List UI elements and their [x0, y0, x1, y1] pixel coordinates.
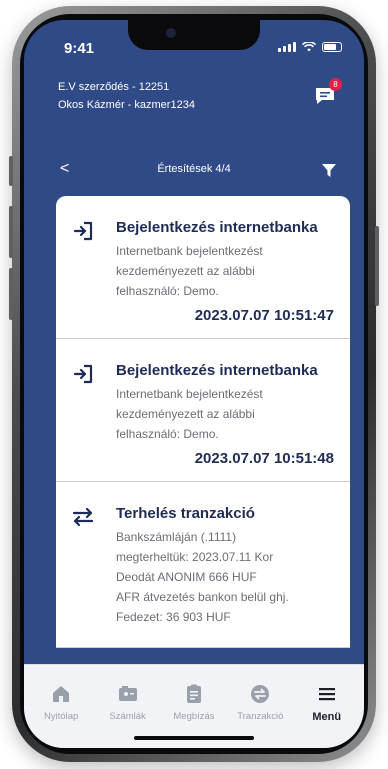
- user-line: Okos Kázmér - kazmer1234: [58, 99, 195, 111]
- notch: [128, 20, 260, 50]
- notification-title: Bejelentkezés internetbanka: [116, 219, 318, 236]
- chat-button[interactable]: 8: [314, 78, 342, 106]
- message-line: felhasználó: Demo.: [116, 427, 219, 441]
- clipboard-icon: [186, 684, 201, 703]
- power-button: [375, 226, 379, 306]
- message-line: megterheltük: 2023.07.11 Kor: [116, 550, 274, 564]
- message-line: Internetbank bejelentkezést: [116, 244, 263, 258]
- notifications-nav: < Értesítések 4/4: [24, 160, 364, 184]
- tab-label: Menü: [312, 711, 342, 723]
- home-icon: [53, 686, 70, 702]
- notification-title: Bejelentkezés internetbanka: [116, 362, 318, 379]
- tab-label: Megbízás: [173, 711, 215, 722]
- account-card-icon: [118, 686, 137, 701]
- wifi-icon: [302, 42, 316, 52]
- notification-card[interactable]: Bejelentkezés internetbanka Internetbank…: [56, 339, 350, 482]
- notification-message: Bankszámláján (.1111) megterheltük: 2023…: [116, 527, 334, 627]
- notification-message: Internetbank bejelentkezést kezdeményeze…: [116, 384, 334, 444]
- notification-timestamp: 2023.07.07 10:51:47: [194, 307, 334, 324]
- home-indicator: [134, 736, 254, 740]
- notification-timestamp: 2023.07.07 10:51:48: [194, 450, 334, 467]
- transfer-arrows-icon: [72, 507, 94, 527]
- notification-list[interactable]: Bejelentkezés internetbanka Internetbank…: [56, 196, 350, 696]
- signal-icon: [278, 42, 296, 52]
- message-line: Deodát ANONIM 666 HUF: [116, 570, 257, 584]
- tab-label: Nyitólap: [44, 711, 79, 722]
- battery-icon: [322, 42, 342, 52]
- notification-timestamp: [116, 633, 334, 647]
- camera-icon: [166, 28, 176, 38]
- message-line: kezdeményezett az alábbi: [116, 264, 255, 278]
- notification-message: Internetbank bejelentkezést kezdeményeze…: [116, 241, 334, 301]
- volume-down-button: [9, 268, 13, 320]
- notification-card[interactable]: Bejelentkezés internetbanka Internetbank…: [56, 196, 350, 339]
- contract-line: E.V szerződés - 12251: [58, 81, 170, 93]
- message-line: felhasználó: Demo.: [116, 284, 219, 298]
- filter-button[interactable]: [322, 164, 336, 183]
- tab-home[interactable]: Nyitólap: [30, 665, 92, 748]
- message-line: Bankszámláján (.1111): [116, 530, 237, 544]
- hamburger-menu-icon: [318, 688, 335, 701]
- tab-menu[interactable]: Menü: [296, 665, 358, 748]
- tab-label: Számlák: [109, 711, 146, 722]
- filter-icon: [322, 164, 336, 177]
- tab-label: Tranzakció: [237, 711, 284, 722]
- chat-badge: 8: [329, 78, 342, 91]
- message-line: AFR átvezetés bankon belül ghj.: [116, 590, 289, 604]
- contract-info[interactable]: E.V szerződés - 12251 Okos Kázmér - kazm…: [58, 78, 195, 114]
- message-line: Fedezet: 36 903 HUF: [116, 610, 231, 624]
- app-screen: 9:41 E.V szerződés - 12251 Okos Kázmér -…: [24, 20, 364, 748]
- message-line: Internetbank bejelentkezést: [116, 387, 263, 401]
- nav-title: Értesítések 4/4: [157, 163, 231, 175]
- status-time: 9:41: [64, 40, 95, 57]
- notification-card[interactable]: Terhelés tranzakció Bankszámláján (.1111…: [56, 482, 350, 648]
- mute-switch: [9, 156, 13, 186]
- notification-title: Terhelés tranzakció: [116, 505, 255, 522]
- volume-up-button: [9, 206, 13, 258]
- status-icons: [278, 42, 342, 52]
- login-arrow-icon: [73, 364, 93, 384]
- transfer-circle-icon: [251, 685, 270, 703]
- message-line: kezdeményezett az alábbi: [116, 407, 255, 421]
- login-arrow-icon: [73, 221, 93, 241]
